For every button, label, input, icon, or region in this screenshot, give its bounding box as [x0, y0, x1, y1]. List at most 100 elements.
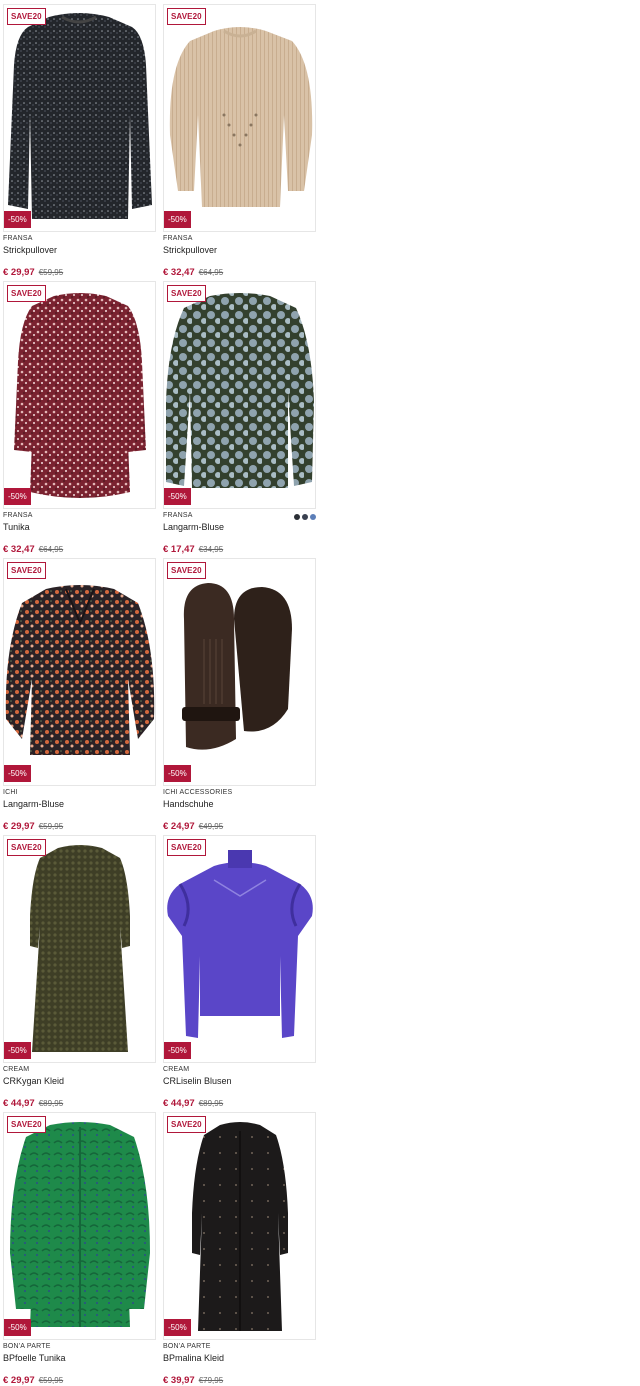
price-row: € 44,97 €89,95 [163, 1093, 223, 1111]
discount-badge: -50% [164, 765, 191, 782]
discount-badge: -50% [4, 211, 31, 228]
product-card[interactable]: SAVE20 -50% BON'A PARTE BPmalina Kleid €… [163, 1112, 316, 1386]
brand-label: FRANSA [3, 512, 33, 519]
price-row: € 32,47 €64,95 [163, 262, 223, 280]
brand-label: CREAM [3, 1066, 30, 1073]
product-card[interactable]: SAVE20 -50% CREAM CRLiselin Blusen € 44,… [163, 835, 316, 1112]
discount-badge: -50% [164, 488, 191, 505]
product-name-link[interactable]: Tunika [3, 522, 30, 532]
leather-mittens-image [182, 583, 292, 750]
product-name-link[interactable]: CRLiselin Blusen [163, 1076, 232, 1086]
promo-badge: SAVE20 [7, 285, 46, 302]
promo-badge: SAVE20 [7, 8, 46, 25]
original-price: €64,95 [38, 545, 64, 554]
color-swatch[interactable] [294, 514, 300, 520]
product-name-link[interactable]: BPmalina Kleid [163, 1353, 224, 1363]
promo-badge: SAVE20 [167, 285, 206, 302]
brand-label: ICHI ACCESSORIES [163, 789, 233, 796]
dark-knit-sweater-image [8, 13, 152, 219]
discount-badge: -50% [4, 1319, 31, 1336]
promo-badge: SAVE20 [7, 839, 46, 856]
product-card[interactable]: SAVE20 -50% FRANSA Tunika € 32,47 €64,95 [3, 281, 156, 558]
product-image[interactable]: SAVE20 -50% [3, 1112, 156, 1340]
promo-badge: SAVE20 [167, 839, 206, 856]
product-image[interactable]: SAVE20 -50% [3, 4, 156, 232]
product-image[interactable]: SAVE20 -50% [163, 1112, 316, 1340]
price-row: € 44,97 €89,95 [3, 1093, 63, 1111]
product-image[interactable]: SAVE20 -50% [3, 558, 156, 786]
original-price: €79,95 [198, 1376, 224, 1385]
green-satin-tunic-image [10, 1122, 150, 1327]
original-price: €89,95 [38, 1099, 64, 1108]
sale-price: € 32,47 [163, 267, 195, 278]
green-floral-blouse-image [166, 293, 314, 488]
promo-badge: SAVE20 [7, 1116, 46, 1133]
discount-badge: -50% [4, 1042, 31, 1059]
brand-label: CREAM [163, 1066, 190, 1073]
black-shirt-dress-image [192, 1122, 288, 1331]
brand-label: FRANSA [3, 235, 33, 242]
brand-label: BON'A PARTE [3, 1343, 51, 1350]
promo-badge: SAVE20 [167, 562, 206, 579]
purple-ruffle-blouse-image [167, 850, 313, 1038]
beige-knit-sweater-image [169, 27, 313, 207]
original-price: €59,95 [38, 1376, 64, 1385]
price-row: € 39,97 €79,95 [163, 1370, 223, 1386]
product-name-link[interactable]: Handschuhe [163, 799, 214, 809]
original-price: €59,95 [38, 822, 64, 831]
discount-badge: -50% [4, 488, 31, 505]
product-card[interactable]: SAVE20 -50% BON'A PARTE BPfoelle Tunika … [3, 1112, 156, 1386]
product-image[interactable]: SAVE20 -50% [3, 281, 156, 509]
product-name-link[interactable]: Langarm-Bluse [3, 799, 64, 809]
product-image[interactable]: SAVE20 -50% [163, 558, 316, 786]
product-card[interactable]: SAVE20 -50% ICHI ACCESSORIES Handschuhe … [163, 558, 316, 835]
product-name-link[interactable]: Strickpullover [3, 245, 57, 255]
sale-price: € 29,97 [3, 267, 35, 278]
original-price: €49,95 [198, 822, 224, 831]
promo-badge: SAVE20 [167, 1116, 206, 1133]
price-row: € 29,97 €59,95 [3, 1370, 63, 1386]
sale-price: € 39,97 [163, 1375, 195, 1386]
floral-sheer-blouse-image [5, 585, 155, 755]
promo-badge: SAVE20 [7, 562, 46, 579]
sale-price: € 44,97 [163, 1098, 195, 1109]
sale-price: € 44,97 [3, 1098, 35, 1109]
sale-price: € 24,97 [163, 821, 195, 832]
product-name-link[interactable]: Strickpullover [163, 245, 217, 255]
product-card[interactable]: SAVE20 -50% FRANSA Strickpullover € 29,9… [3, 4, 156, 281]
original-price: €34,95 [198, 545, 224, 554]
red-floral-tunic-image [14, 293, 146, 498]
sale-price: € 17,47 [163, 544, 195, 555]
sale-price: € 29,97 [3, 821, 35, 832]
discount-badge: -50% [4, 765, 31, 782]
discount-badge: -50% [164, 1319, 191, 1336]
brand-label: ICHI [3, 789, 18, 796]
product-name-link[interactable]: BPfoelle Tunika [3, 1353, 66, 1363]
color-swatches [294, 514, 316, 520]
color-swatch[interactable] [302, 514, 308, 520]
product-card[interactable]: SAVE20 -50% ICHI Langarm-Bluse € 29,97 €5… [3, 558, 156, 835]
brand-label: FRANSA [163, 235, 193, 242]
product-image[interactable]: SAVE20 -50% [3, 835, 156, 1063]
product-name-link[interactable]: CRKygan Kleid [3, 1076, 64, 1086]
product-card[interactable]: SAVE20 -50% FRANSA Strickpullover € 32,4… [163, 4, 316, 281]
original-price: €64,95 [198, 268, 224, 277]
product-name-link[interactable]: Langarm-Bluse [163, 522, 224, 532]
product-card[interactable]: SAVE20 -50% CREAM CRKygan Kleid € 44,97 €… [3, 835, 156, 1112]
price-row: € 24,97 €49,95 [163, 816, 223, 834]
price-row: € 32,47 €64,95 [3, 539, 63, 557]
original-price: €89,95 [198, 1099, 224, 1108]
sale-price: € 29,97 [3, 1375, 35, 1386]
product-card[interactable]: SAVE20 -50% FRANSA Langarm-Bluse € 17,47… [163, 281, 316, 558]
price-row: € 29,97 €59,95 [3, 262, 63, 280]
sale-price: € 32,47 [3, 544, 35, 555]
olive-textured-dress-image [30, 845, 130, 1052]
original-price: €59,95 [38, 268, 64, 277]
product-image[interactable]: SAVE20 -50% [163, 4, 316, 232]
discount-badge: -50% [164, 1042, 191, 1059]
color-swatch[interactable] [310, 514, 316, 520]
product-image[interactable]: SAVE20 -50% [163, 281, 316, 509]
product-image[interactable]: SAVE20 -50% [163, 835, 316, 1063]
brand-label: BON'A PARTE [163, 1343, 211, 1350]
price-row: € 17,47 €34,95 [163, 539, 223, 557]
